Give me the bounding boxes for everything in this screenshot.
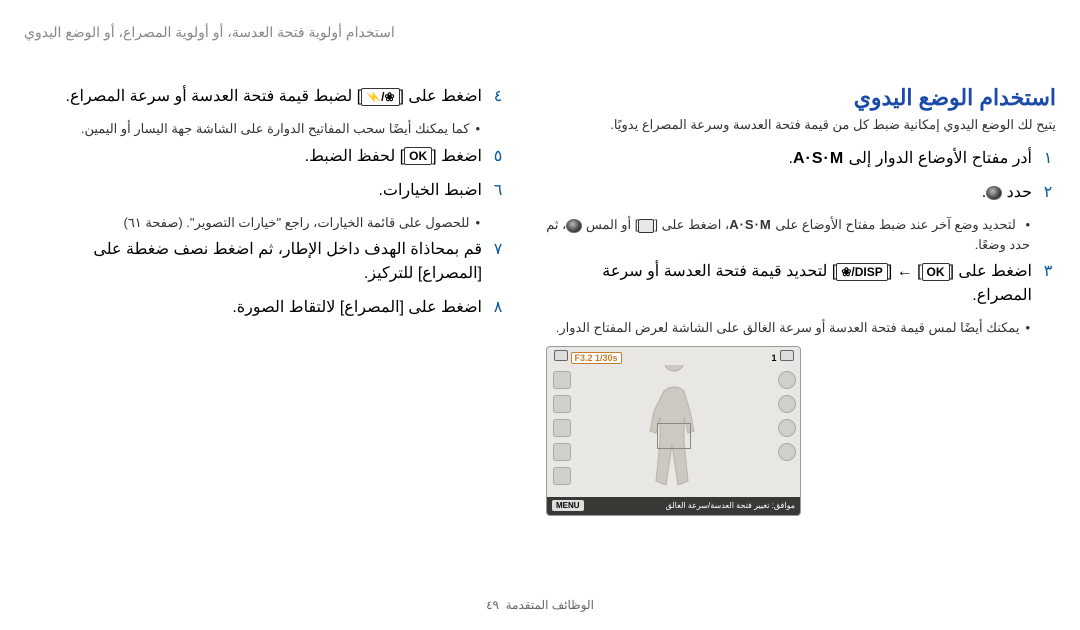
step-text: قم بمحاذاة الهدف داخل الإطار، ثم اضغط نص… (26, 238, 482, 286)
step-number: ٦ (490, 179, 506, 203)
step-number: ٧ (490, 238, 506, 262)
bullet-text: ، اضغط على (658, 217, 729, 232)
camera-side-icon (553, 467, 571, 485)
mode-label-asm: A·S·M (793, 150, 844, 167)
step-1: ١ أدر مفتاح الأوضاع الدوار إلى A·S·M. (546, 147, 1056, 171)
step-text: اضغط على (404, 88, 482, 105)
camera-side-icon (553, 443, 571, 461)
camera-side-icon (553, 371, 571, 389)
camera-preview: F3.2 1/30s 1 (546, 346, 801, 516)
step-text-suffix: لحفظ الضبط. (305, 148, 400, 165)
mode-label-asm: A·S·M (729, 217, 772, 232)
step-text-suffix: لضبط قيمة فتحة العدسة أو سرعة المصراع. (66, 88, 357, 105)
step-7: ٧ قم بمحاذاة الهدف داخل الإطار، ثم اضغط … (26, 238, 506, 286)
step-number: ٣ (1040, 260, 1056, 284)
camera-side-icon (778, 419, 796, 437)
bullet-text: أو المس (582, 217, 634, 232)
step-text: أدر مفتاح الأوضاع الدوار إلى (844, 150, 1032, 167)
page-number: ٤٩ (486, 598, 499, 612)
page-header: استخدام أولوية فتحة العدسة، أو أولوية ال… (24, 24, 395, 41)
step-number: ٨ (490, 296, 506, 320)
step-number: ٤ (490, 85, 506, 109)
arrow: ← (892, 263, 917, 280)
bullet-text: لتحديد وضع آخر عند ضبط مفتاح الأوضاع على (772, 217, 1016, 232)
exposure-readout: F3.2 1/30s (571, 352, 622, 364)
dial-icon (566, 219, 582, 233)
ok-key: OK (404, 147, 432, 165)
camera-side-icon (778, 443, 796, 461)
step-number: ٢ (1040, 181, 1056, 205)
step-text: اضغط على [المصراع] لالتقاط الصورة. (26, 296, 482, 320)
step-number: ١ (1040, 147, 1056, 171)
camera-side-icon (778, 371, 796, 389)
page-footer: الوظائف المتقدمة ٤٩ (0, 598, 1080, 612)
step-4: ٤ اضغط على [❀/⚡] لضبط قيمة فتحة العدسة أ… (26, 85, 506, 109)
shot-count: 1 (771, 353, 776, 363)
step-2: ٢ حدد . (546, 181, 1056, 205)
camera-side-icon (778, 395, 796, 413)
step-4-bullet: كما يمكنك أيضًا سحب المفاتيح الدوارة على… (26, 119, 480, 139)
footer-label: الوظائف المتقدمة (506, 598, 594, 612)
step-5: ٥ اضغط [OK] لحفظ الضبط. (26, 145, 506, 169)
camera-bottombar: موافق: تغيير فتحة العدسة/سرعة الغالق MEN… (547, 497, 800, 515)
menu-button-label: MENU (552, 500, 584, 511)
camera-mode-icon (554, 350, 568, 361)
step-2-bullet: لتحديد وضع آخر عند ضبط مفتاح الأوضاع على… (546, 215, 1030, 254)
step-text: اضبط الخيارات. (26, 179, 482, 203)
camera-right-icons (776, 371, 796, 491)
section-title: استخدام الوضع اليدوي (546, 85, 1056, 111)
step-3: ٣ اضغط على [OK] ← [DISP/❀] لتحديد قيمة ف… (546, 260, 1056, 308)
step-text: اضغط على (954, 263, 1032, 280)
camera-left-icons (551, 371, 571, 491)
step-6-bullet: للحصول على قائمة الخيارات، راجع "خيارات … (26, 213, 480, 233)
step-6: ٦ اضبط الخيارات. (26, 179, 506, 203)
camera-topbar: F3.2 1/30s 1 (547, 347, 800, 367)
step-text: حدد (1002, 184, 1032, 201)
nav-key: ❀/⚡ (361, 88, 399, 106)
section-subtitle: يتيح لك الوضع اليدوي إمكانية ضبط كل من ق… (546, 117, 1056, 133)
camera-hint: موافق: تغيير فتحة العدسة/سرعة الغالق (666, 501, 795, 510)
menu-icon (638, 219, 654, 233)
camera-side-icon (553, 395, 571, 413)
step-text: اضغط (437, 148, 482, 165)
ok-key: OK (922, 263, 950, 281)
camera-side-icon (553, 419, 571, 437)
battery-icon (780, 350, 794, 361)
step-number: ٥ (490, 145, 506, 169)
disp-key: DISP/❀ (836, 263, 887, 281)
step-3-bullet: يمكنك أيضًا لمس قيمة فتحة العدسة أو سرعة… (546, 318, 1030, 338)
focus-frame (657, 423, 691, 449)
step-8: ٨ اضغط على [المصراع] لالتقاط الصورة. (26, 296, 506, 320)
dial-icon (986, 186, 1002, 200)
